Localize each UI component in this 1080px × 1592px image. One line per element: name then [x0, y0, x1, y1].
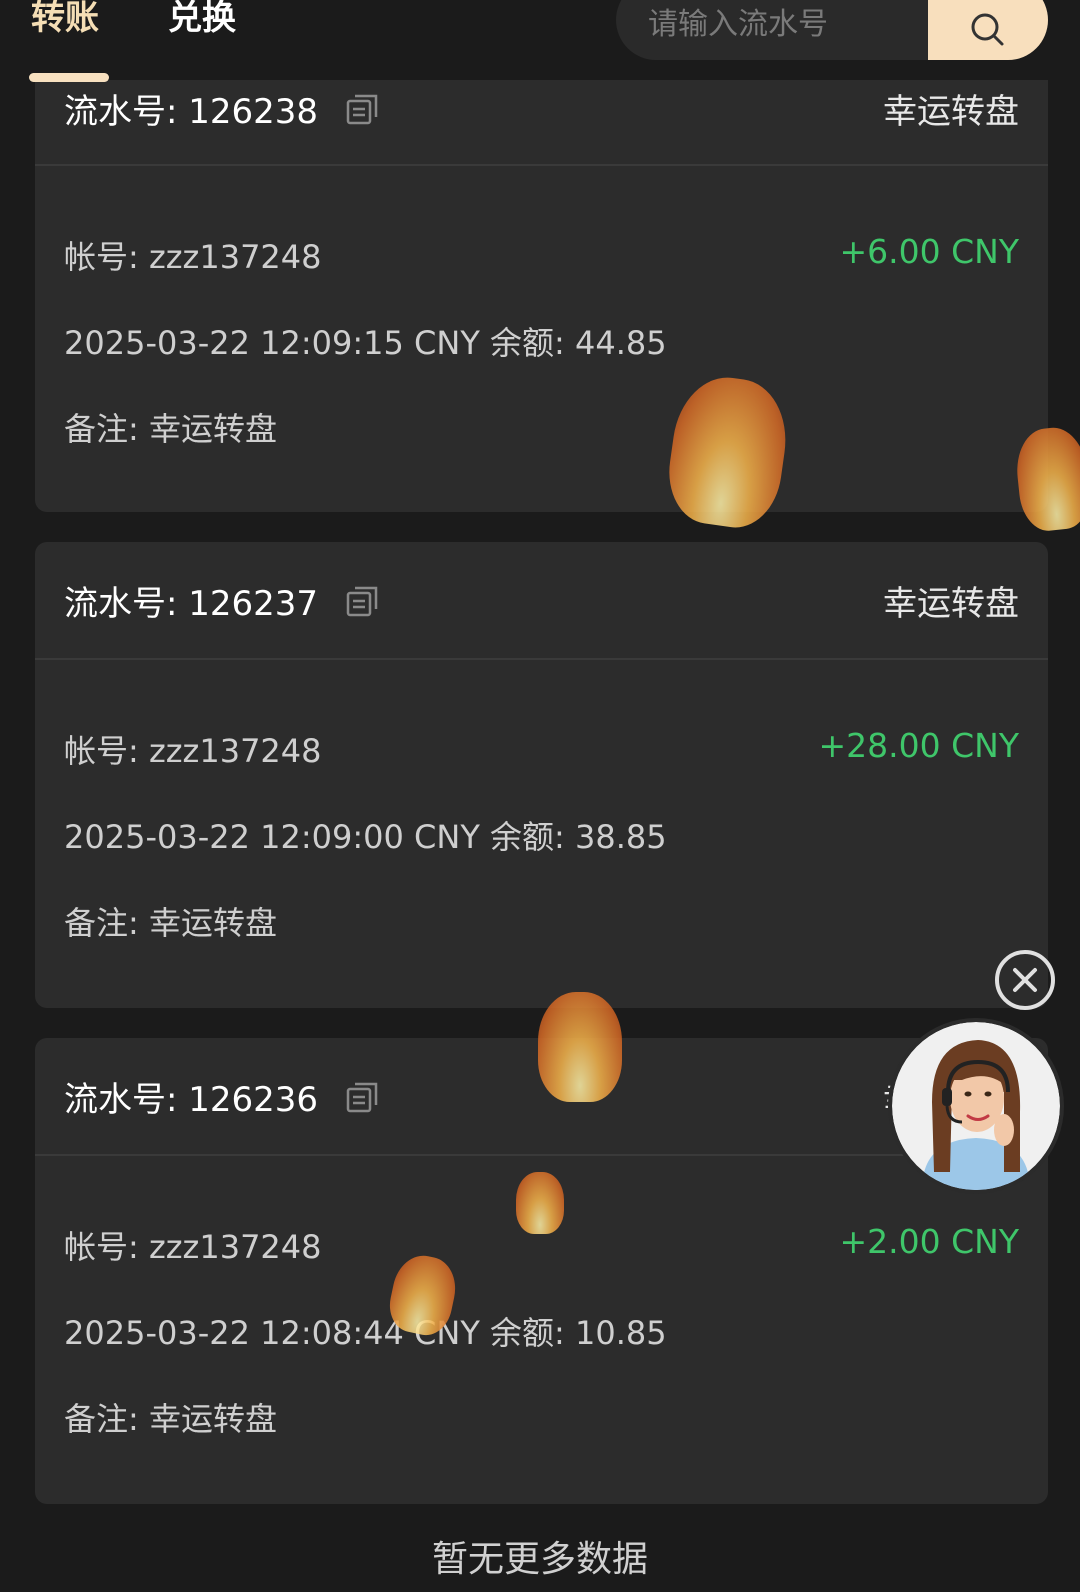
tab-exchange[interactable]: 兑换: [168, 0, 236, 39]
no-more-data: 暂无更多数据: [431, 1539, 648, 1580]
account: 帐号: zzz137248: [64, 238, 322, 276]
lantern-decoration: [516, 1172, 564, 1234]
support-avatar-icon: [892, 1022, 1060, 1190]
close-support-button[interactable]: [995, 950, 1055, 1010]
search-icon: [971, 13, 1004, 46]
serial-number: 流水号: 126237: [64, 576, 380, 625]
serial-label: 流水号: 126238: [64, 92, 319, 132]
time-balance: 2025-03-22 12:08:44 CNY 余额: 10.85: [64, 1314, 667, 1352]
record-type: 幸运转盘: [883, 584, 1019, 624]
serial-number: 流水号: 126236: [64, 1072, 380, 1121]
search-bar: [616, 0, 1048, 60]
amount: +2.00 CNY: [839, 1222, 1019, 1261]
record-header: 流水号: 126237 幸运转盘: [35, 542, 1048, 660]
record-card: 流水号: 126237 幸运转盘 帐号: zzz137248 +28.00 CN…: [35, 542, 1048, 1008]
serial-number: 流水号: 126238: [64, 84, 380, 133]
account: 帐号: zzz137248: [64, 1228, 322, 1266]
top-bar: 转账 兑换: [0, 0, 1080, 82]
customer-service-avatar[interactable]: [888, 1018, 1064, 1194]
active-tab-indicator: [29, 73, 109, 82]
tab-transfer[interactable]: 转账: [31, 0, 99, 39]
serial-label: 流水号: 126236: [64, 1080, 319, 1120]
serial-search-input[interactable]: [616, 0, 926, 60]
amount: +6.00 CNY: [839, 232, 1019, 271]
account: 帐号: zzz137248: [64, 732, 322, 770]
remark: 备注: 幸运转盘: [64, 410, 277, 448]
copy-icon[interactable]: [346, 584, 380, 618]
record-type: 幸运转盘: [883, 92, 1019, 132]
copy-icon[interactable]: [346, 92, 380, 126]
remark: 备注: 幸运转盘: [64, 904, 277, 942]
serial-label: 流水号: 126237: [64, 584, 319, 624]
copy-icon[interactable]: [346, 1080, 380, 1114]
search-button[interactable]: [928, 0, 1048, 60]
time-balance: 2025-03-22 12:09:15 CNY 余额: 44.85: [64, 324, 667, 362]
amount: +28.00 CNY: [818, 726, 1020, 765]
remark: 备注: 幸运转盘: [64, 1400, 277, 1438]
time-balance: 2025-03-22 12:09:00 CNY 余额: 38.85: [64, 818, 667, 856]
lantern-decoration: [538, 992, 622, 1102]
record-card: 流水号: 126238 幸运转盘 帐号: zzz137248 +6.00 CNY…: [35, 46, 1048, 512]
close-icon: [1013, 968, 1037, 992]
